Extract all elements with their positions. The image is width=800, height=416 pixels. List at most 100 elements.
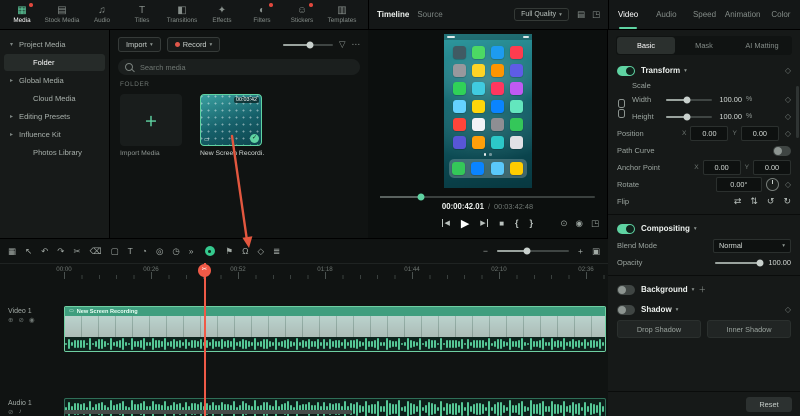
timeline-horizontal-scrollbar[interactable] — [64, 410, 352, 414]
props-tab-speed[interactable]: Speed — [685, 0, 723, 29]
width-slider[interactable] — [666, 99, 712, 101]
hide-track-icon[interactable]: ◉ — [29, 316, 35, 324]
keyframe-icon[interactable]: ◇ — [785, 305, 791, 314]
timeline-zoom-slider[interactable] — [497, 250, 569, 252]
zoom-out-button[interactable]: − — [483, 247, 488, 256]
rotate-dial[interactable] — [766, 178, 779, 191]
position-y-input[interactable]: 0.00 — [741, 126, 779, 141]
subtab-mask[interactable]: Mask — [675, 37, 733, 54]
search-bar[interactable] — [118, 59, 360, 75]
more-tools-icon[interactable]: » — [189, 247, 194, 256]
quality-dropdown[interactable]: Full Quality ▾ — [514, 8, 569, 21]
chevron-down-icon[interactable]: ▾ — [676, 307, 679, 313]
keyframe-icon[interactable]: ◇ — [785, 66, 791, 75]
keyframe-icon[interactable]: ◇ — [785, 112, 791, 121]
tab-titles[interactable]: T Titles — [122, 0, 162, 30]
properties-scrollbar[interactable] — [796, 86, 799, 138]
chevron-down-icon[interactable]: ▾ — [692, 287, 695, 293]
sidebar-item-photos-library[interactable]: Photos Library — [4, 144, 105, 161]
keyframe-icon[interactable]: ◇ — [785, 180, 791, 189]
mark-in-button[interactable]: { — [515, 218, 519, 228]
speed-icon[interactable]: ◔ — [142, 247, 147, 256]
props-tab-audio[interactable]: Audio — [647, 0, 685, 29]
render-preview-icon[interactable]: ⊙ — [560, 219, 567, 228]
split-icon[interactable]: ✂ — [73, 247, 80, 256]
anchor-x-input[interactable]: 0.00 — [703, 160, 741, 175]
keyframe-icon[interactable]: ◇ — [785, 95, 791, 104]
lock-track-icon[interactable]: ⊘ — [18, 316, 23, 324]
zoom-tool-icon[interactable]: ◎ — [156, 247, 163, 256]
timeline-ruler[interactable]: 00:0000:2600:5201:1801:4402:1002:36 — [0, 264, 608, 280]
fullscreen-icon[interactable]: ◳ — [591, 219, 599, 228]
drop-shadow-button[interactable]: Drop Shadow — [617, 320, 701, 338]
marker-icon[interactable]: ⚑ — [226, 247, 234, 256]
inner-shadow-button[interactable]: Inner Shadow — [707, 320, 791, 338]
background-toggle[interactable] — [617, 285, 635, 295]
sidebar-item-global-media[interactable]: ▸ Global Media — [4, 72, 105, 89]
import-button[interactable]: Import ▾ — [118, 37, 161, 52]
flip-vertical-icon[interactable]: ⇅ — [750, 196, 758, 207]
rotate-cw-icon[interactable]: ↻ — [783, 196, 791, 207]
height-value[interactable]: 100.00 — [716, 112, 742, 121]
preview-scrubber[interactable] — [380, 196, 595, 198]
zoom-in-button[interactable]: + — [578, 247, 583, 256]
fit-timeline-button[interactable]: ▣ — [592, 247, 600, 256]
keyframe-icon[interactable]: ◇ — [785, 129, 791, 138]
path-curve-toggle[interactable] — [773, 146, 791, 156]
preview-tab-source[interactable]: Source — [417, 10, 442, 19]
search-input[interactable] — [138, 62, 353, 73]
subtab-ai-matting[interactable]: AI Matting — [733, 37, 791, 54]
stop-button[interactable]: ■ — [499, 219, 504, 228]
text-tool-icon[interactable]: T — [128, 247, 133, 256]
voiceover-icon[interactable]: Ω — [242, 247, 248, 256]
snapshot-icon[interactable]: ◉ — [576, 219, 583, 228]
sidebar-item-folder[interactable]: Folder — [4, 54, 105, 71]
sidebar-item-influence-kit[interactable]: ▸ Influence Kit — [4, 126, 105, 143]
keyframe-icon[interactable]: ◇ — [258, 247, 265, 256]
lock-track-icon[interactable]: ⊘ — [8, 408, 13, 416]
playhead-split-handle[interactable]: ✂ — [198, 264, 211, 277]
mute-track-icon[interactable]: ♪ — [18, 408, 21, 416]
playhead[interactable]: ✂ — [204, 263, 206, 416]
tab-stickers[interactable]: ☺ Stickers — [282, 0, 322, 30]
tab-transitions[interactable]: ◧ Transitions — [162, 0, 202, 30]
timer-icon[interactable]: ◷ — [172, 247, 179, 256]
props-tab-color[interactable]: Color — [762, 0, 800, 29]
add-background-icon[interactable]: ＋ — [698, 284, 706, 295]
fit-preview-icon[interactable]: ◳ — [592, 9, 600, 20]
video-clip[interactable]: ▭ New Screen Recording — [64, 306, 606, 352]
height-slider[interactable] — [666, 116, 712, 118]
display-settings-icon[interactable]: ▤ — [577, 9, 585, 20]
tab-filters[interactable]: ◐ Filters — [242, 0, 282, 30]
rotate-ccw-icon[interactable]: ↺ — [767, 196, 775, 207]
sidebar-item-project-media[interactable]: ▾ Project Media — [4, 36, 105, 53]
shadow-toggle[interactable] — [617, 305, 635, 315]
more-options-icon[interactable]: ⋯ — [352, 39, 361, 50]
anchor-y-input[interactable]: 0.00 — [753, 160, 791, 175]
undo-icon[interactable]: ↶ — [41, 247, 48, 256]
props-tab-video[interactable]: Video — [609, 0, 647, 29]
import-media-tile[interactable]: ＋ — [120, 94, 182, 146]
tab-effects[interactable]: ✦ Effects — [202, 0, 242, 30]
chevron-down-icon[interactable]: ▾ — [684, 68, 687, 74]
reset-button[interactable]: Reset — [746, 397, 792, 412]
crop-icon[interactable]: ▢ — [111, 247, 119, 256]
flip-horizontal-icon[interactable]: ⇄ — [734, 196, 742, 207]
delete-icon[interactable]: ⌫ — [90, 247, 102, 256]
record-button[interactable]: Record ▾ — [167, 37, 221, 52]
position-x-input[interactable]: 0.00 — [690, 126, 728, 141]
sidebar-item-cloud-media[interactable]: Cloud Media — [4, 90, 105, 107]
thumbnail-size-slider[interactable] — [283, 44, 333, 46]
track-manager-icon[interactable]: ▦ — [8, 247, 16, 256]
tab-media[interactable]: ▦ Media — [2, 0, 42, 30]
add-to-track-icon[interactable]: ⊕ — [8, 316, 13, 324]
redo-icon[interactable]: ↷ — [57, 247, 64, 256]
filter-icon[interactable]: ▽ — [339, 39, 346, 50]
previous-frame-button[interactable]: ◀ — [442, 219, 450, 227]
tab-templates[interactable]: ▥ Templates — [322, 0, 362, 30]
opacity-slider[interactable] — [715, 262, 761, 264]
screen-record-button[interactable] — [205, 246, 215, 256]
sidebar-item-editing-presets[interactable]: ▸ Editing Presets — [4, 108, 105, 125]
opacity-value[interactable]: 100.00 — [765, 258, 791, 267]
subtab-basic[interactable]: Basic — [617, 37, 675, 54]
